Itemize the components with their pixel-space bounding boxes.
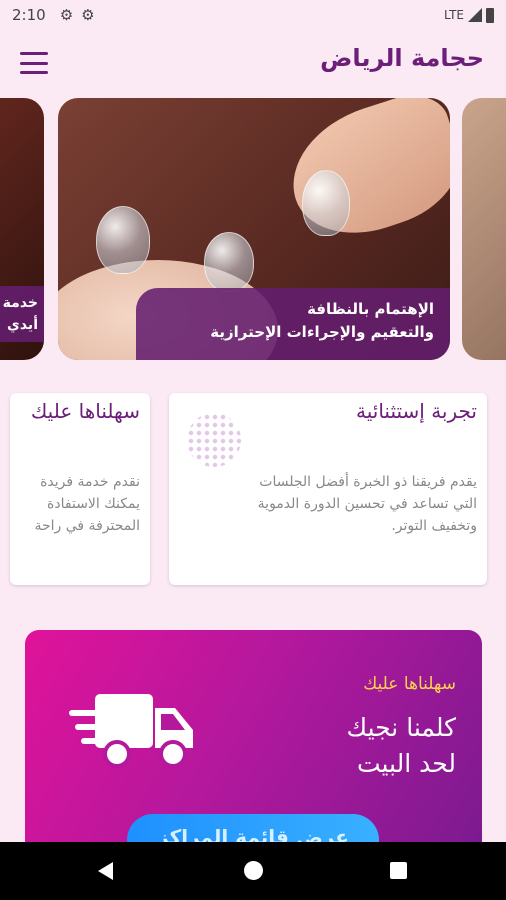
card-title: سهلناها عليك: [30, 399, 140, 423]
card-title: تجربة إستثنائية: [356, 399, 477, 423]
status-indicators: LTE: [444, 7, 494, 23]
carousel-slide-active[interactable]: الإهتمام بالنظافة والتعقيم والإجراءات ال…: [58, 98, 450, 360]
delivery-truck-icon: [69, 694, 193, 768]
system-nav-bar: [0, 842, 506, 900]
image-carousel[interactable]: خدمة أيدي الإهتمام بالنظافة والتعقيم وال…: [0, 98, 506, 362]
card-body: يقدم فريقنا ذو الخبرة أفضل الجلسات التي …: [257, 474, 477, 534]
back-icon[interactable]: [98, 862, 113, 880]
carousel-slide[interactable]: [462, 98, 506, 360]
status-time: 2:10: [12, 6, 46, 24]
status-bar: 2:10 ⚙ ⚙ LTE: [0, 0, 506, 30]
app-bar: حجامة الرياض: [0, 30, 506, 94]
battery-icon: [486, 7, 494, 23]
feature-card[interactable]: تجربة إستثنائية يقدم فريقنا ذو الخبرة أف…: [169, 393, 487, 585]
settings-gear-icon: ⚙: [81, 6, 95, 24]
network-type: LTE: [444, 8, 464, 22]
feature-card[interactable]: سهلناها عليك نقدم خدمة فريدة يمكنك الاست…: [10, 393, 150, 585]
slide-caption: خدمة أيدي: [0, 286, 44, 342]
dots-pattern-icon: [187, 413, 241, 467]
recents-icon[interactable]: [390, 862, 407, 879]
cupping-cup-image: [302, 170, 350, 236]
card-body: نقدم خدمة فريدة يمكنك الاستفادة المحترفة…: [34, 474, 140, 534]
banner-subtitle: سهلناها عليك: [363, 674, 456, 694]
cupping-cup-image: [96, 206, 150, 274]
app-title: حجامة الرياض: [320, 44, 484, 72]
home-service-banner: سهلناها عليك كلمنا نجيك لحد البيت عرض قا…: [25, 630, 482, 870]
hand-image: [275, 98, 450, 252]
home-icon[interactable]: [244, 861, 263, 880]
cupping-cup-image: [204, 232, 254, 292]
banner-title: كلمنا نجيك لحد البيت: [346, 713, 456, 778]
menu-icon[interactable]: [20, 52, 48, 74]
carousel-slide[interactable]: خدمة أيدي: [0, 98, 44, 360]
settings-gear-icon: ⚙: [59, 6, 74, 24]
signal-icon: [468, 8, 482, 22]
slide-caption: الإهتمام بالنظافة والتعقيم والإجراءات ال…: [136, 288, 450, 360]
